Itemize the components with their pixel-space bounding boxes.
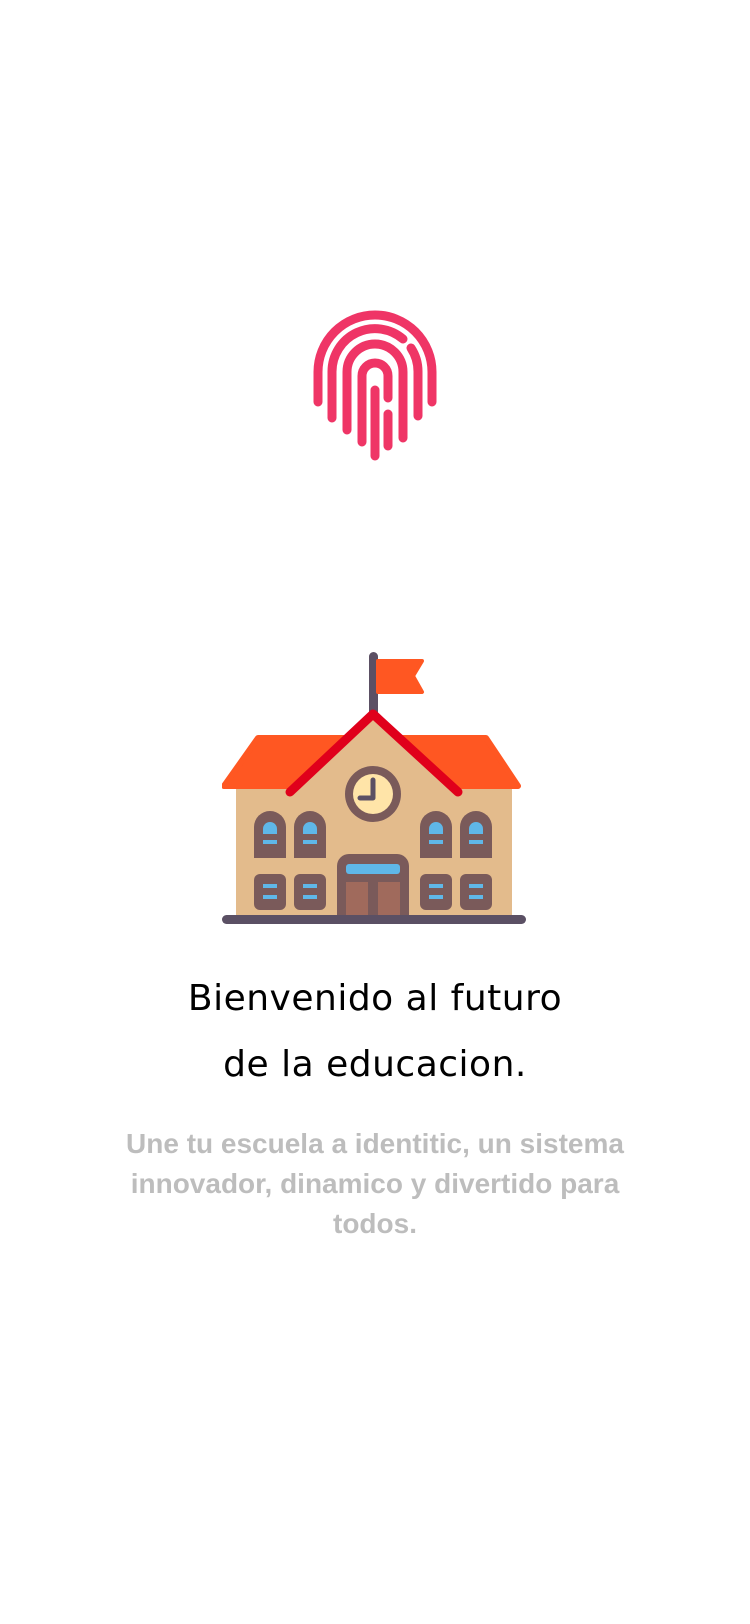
welcome-title-line1: Bienvenido al futuro (187, 978, 563, 1019)
welcome-screen: Bienvenido al futuro de la educacion. Un… (0, 0, 750, 1624)
school-building-icon (222, 652, 526, 924)
welcome-title: Bienvenido al futuro de la educacion. (0, 966, 750, 1098)
fingerprint-icon (313, 310, 437, 461)
welcome-subtitle: Une tu escuela a identitic, un sistema i… (126, 1128, 624, 1239)
welcome-title-line2: de la educacion. (223, 1044, 527, 1085)
